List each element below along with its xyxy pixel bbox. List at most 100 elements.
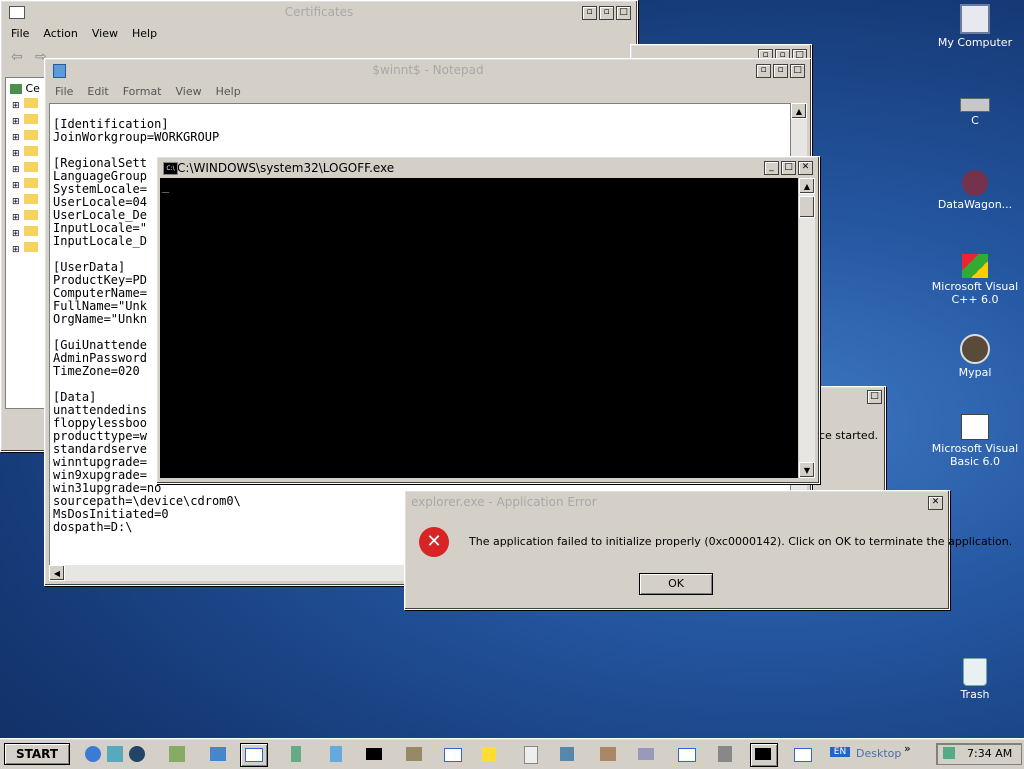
- menu-view[interactable]: View: [92, 25, 118, 43]
- trash-icon: [963, 658, 987, 686]
- menu-edit[interactable]: Edit: [87, 83, 108, 101]
- service-window[interactable]: □ ce started.: [812, 386, 886, 496]
- tree-item[interactable]: ⊞: [12, 194, 38, 210]
- desktop-icon-my-computer[interactable]: My Computer: [930, 4, 1020, 49]
- minimize-button[interactable]: ▫: [756, 64, 771, 78]
- close-button[interactable]: ✕: [798, 161, 813, 175]
- menu-action[interactable]: Action: [43, 25, 77, 43]
- explorer-quicklaunch-icon[interactable]: [104, 743, 128, 765]
- lang-indicator[interactable]: EN: [830, 743, 850, 765]
- notepad-app-icon: [53, 64, 66, 78]
- close-button[interactable]: □: [790, 64, 805, 78]
- ok-button[interactable]: OK: [639, 573, 713, 595]
- console-cursor: _: [162, 179, 170, 193]
- menu-help[interactable]: Help: [132, 25, 157, 43]
- book-taskbar-icon[interactable]: [402, 743, 426, 765]
- window2-taskbar-icon[interactable]: [440, 743, 464, 765]
- desktop-icon-visual-basic[interactable]: Microsoft Visual Basic 6.0: [930, 414, 1020, 468]
- tree-root[interactable]: Ce: [10, 82, 40, 95]
- error-title: explorer.exe - Application Error: [411, 495, 597, 509]
- tree-item[interactable]: ⊞: [12, 226, 38, 242]
- paint-taskbar-icon[interactable]: [596, 743, 620, 765]
- minimize-button[interactable]: ▫: [582, 6, 597, 20]
- tree-item[interactable]: ⊞: [12, 98, 38, 114]
- folder-icon: [23, 178, 38, 188]
- notepad-taskbar-icon[interactable]: [324, 743, 348, 765]
- folder-icon: [23, 242, 38, 252]
- notepad-line: dospath=D:\: [53, 520, 133, 534]
- folder-icon: [23, 194, 38, 204]
- folder-icon: [23, 146, 38, 156]
- menu-view[interactable]: View: [176, 83, 202, 101]
- notepad-titlebar[interactable]: $winnt$ - Notepad ▫ ▫ □: [47, 61, 809, 79]
- scroll-up-arrow[interactable]: ▲: [791, 103, 807, 119]
- close-button[interactable]: □: [867, 390, 882, 404]
- desktop-icon-c-drive[interactable]: C: [930, 90, 1020, 127]
- folder-icon: [23, 98, 38, 108]
- tree-folders: ⊞ ⊞ ⊞ ⊞ ⊞ ⊞ ⊞ ⊞ ⊞ ⊞: [12, 98, 38, 258]
- tree-item[interactable]: ⊞: [12, 162, 38, 178]
- visual-basic-icon: [961, 414, 989, 440]
- console-window[interactable]: C:\ C:\WINDOWS\system32\LOGOFF.exe _ □ ✕…: [156, 156, 820, 484]
- settings-taskbar-icon[interactable]: [714, 743, 738, 765]
- tray-app-icon[interactable]: [943, 747, 955, 759]
- tree-item[interactable]: ⊞: [12, 114, 38, 130]
- certificates-titlebar[interactable]: Certificates ▫ ▫ □: [3, 3, 635, 21]
- back-arrow-icon[interactable]: ⇦: [11, 49, 23, 65]
- tool-taskbar-icon[interactable]: [284, 743, 308, 765]
- close-button[interactable]: □: [616, 6, 631, 20]
- console-active-taskbar-button[interactable]: [750, 743, 778, 767]
- active-window-taskbar-button[interactable]: [240, 743, 268, 767]
- scroll-down-arrow[interactable]: ▼: [799, 462, 815, 478]
- console-title: C:\WINDOWS\system32\LOGOFF.exe: [177, 161, 395, 175]
- notepad-title: $winnt$ - Notepad: [372, 63, 484, 77]
- app-taskbar-icon[interactable]: [166, 743, 190, 765]
- tree-item[interactable]: ⊞: [12, 242, 38, 258]
- desktop-icon-visual-cpp[interactable]: Microsoft Visual C++ 6.0: [930, 254, 1020, 306]
- tree-item[interactable]: ⊞: [12, 130, 38, 146]
- ie-quicklaunch-icon[interactable]: [82, 743, 106, 765]
- desktop-icon-datawagon[interactable]: DataWagon...: [930, 170, 1020, 211]
- menu-file[interactable]: File: [55, 83, 73, 101]
- window4-taskbar-icon[interactable]: [790, 743, 814, 765]
- doc-taskbar-icon[interactable]: [518, 743, 542, 765]
- desktop-toolbar-label[interactable]: Desktop: [856, 747, 901, 760]
- restore-button[interactable]: ▫: [773, 64, 788, 78]
- mypal-icon: [960, 334, 990, 364]
- close-button[interactable]: ✕: [928, 496, 943, 510]
- restore-button[interactable]: ▫: [599, 6, 614, 20]
- maximize-button[interactable]: □: [781, 161, 796, 175]
- toolbar-chevron[interactable]: »: [904, 742, 911, 755]
- clock[interactable]: 7:34 AM: [967, 747, 1012, 760]
- window3-taskbar-icon[interactable]: [674, 743, 698, 765]
- folder-icon: [23, 162, 38, 172]
- minimize-button[interactable]: _: [764, 161, 779, 175]
- console-titlebar[interactable]: C:\ C:\WINDOWS\system32\LOGOFF.exe _ □ ✕: [159, 159, 817, 177]
- certificates-title: Certificates: [284, 5, 354, 19]
- tree-item[interactable]: ⊞: [12, 146, 38, 162]
- desktop-icon-mypal[interactable]: Mypal: [930, 334, 1020, 379]
- media-player-quicklaunch-icon[interactable]: [126, 743, 150, 765]
- error-titlebar[interactable]: explorer.exe - Application Error ✕: [407, 493, 947, 511]
- visual-cpp-icon: [962, 254, 988, 278]
- error-dialog[interactable]: explorer.exe - Application Error ✕ ✕ The…: [404, 490, 1012, 610]
- drive-taskbar-icon[interactable]: [556, 743, 580, 765]
- console-taskbar-icon[interactable]: [362, 743, 386, 765]
- network-taskbar-icon[interactable]: [634, 743, 658, 765]
- console-output[interactable]: _: [160, 178, 798, 478]
- my-computer-icon: [960, 4, 990, 34]
- scroll-up-arrow[interactable]: ▲: [799, 178, 815, 194]
- console-vertical-scrollbar[interactable]: ▲ ▼: [799, 178, 815, 478]
- scroll-thumb[interactable]: [799, 196, 815, 218]
- start-button[interactable]: START: [4, 743, 70, 765]
- help-taskbar-icon[interactable]: [478, 743, 502, 765]
- drive-icon: [960, 98, 990, 112]
- desktop-icon-trash[interactable]: Trash: [930, 658, 1020, 701]
- menu-help[interactable]: Help: [216, 83, 241, 101]
- window-taskbar-icon[interactable]: [206, 743, 230, 765]
- menu-file[interactable]: File: [11, 25, 29, 43]
- tree-item[interactable]: ⊞: [12, 210, 38, 226]
- menu-format[interactable]: Format: [123, 83, 162, 101]
- tree-item[interactable]: ⊞: [12, 178, 38, 194]
- scroll-left-arrow[interactable]: ◀: [49, 565, 65, 581]
